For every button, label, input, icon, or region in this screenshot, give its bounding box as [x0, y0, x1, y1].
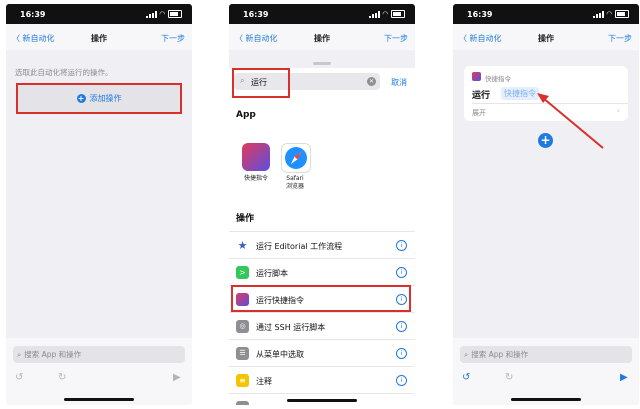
sheet-grabber[interactable] — [313, 62, 331, 65]
ssh-icon: ◎ — [236, 320, 249, 333]
action-row[interactable]: ☰ 从菜单中选取 i — [229, 339, 415, 367]
action-sheet: ⌕ 运行 ✕ 取消 App 快捷指令 Safari 浏览器 操作 ★ 运行 Ed… — [229, 62, 415, 405]
nav-bar: 〈 新自动化 操作 下一步 — [6, 24, 192, 50]
play-icon[interactable]: ▶ — [620, 372, 628, 383]
action-row[interactable]: ≡ 注释 i — [229, 366, 415, 394]
app-label-shortcuts: 快捷指令 — [243, 175, 268, 182]
search-icon: ⌕ — [17, 349, 22, 359]
info-icon[interactable]: i — [396, 267, 407, 278]
battery-icon — [168, 10, 182, 18]
safari-app-icon[interactable] — [281, 143, 311, 173]
action-icon — [236, 401, 249, 405]
run-shortcut-highlight-box — [231, 285, 411, 312]
app-label-safari: Safari 浏览器 — [285, 175, 304, 190]
screen-search-actions: 16:39 ◠ 〈 新自动化 操作 下一步 ⌕ 运行 ✕ 取消 App 快捷指令 — [229, 4, 415, 405]
actions-header: 操作 — [236, 214, 255, 224]
status-time: 16:39 — [20, 10, 46, 19]
search-icon: ⌕ — [464, 349, 469, 359]
info-icon[interactable]: i — [396, 240, 407, 251]
home-indicator — [64, 398, 134, 401]
hint-text: 选取此自动化将运行的操作。 — [15, 68, 113, 77]
status-icons: ◠ — [368, 10, 405, 18]
search-placeholder: 搜索 App 和操作 — [24, 350, 82, 359]
search-placeholder: 搜索 App 和操作 — [471, 350, 529, 359]
action-label: 运行脚本 — [256, 269, 288, 278]
status-bar: 16:39 ◠ — [6, 4, 192, 24]
add-action-button[interactable]: + 添加操作 — [16, 83, 182, 114]
cancel-button[interactable]: 取消 — [391, 77, 407, 88]
action-row[interactable]: ◎ 通过 SSH 运行脚本 i — [229, 312, 415, 340]
home-indicator — [287, 399, 357, 402]
nav-bar: 〈 新自动化 操作 下一步 — [229, 24, 415, 50]
status-bar: 16:39 ◠ — [229, 4, 415, 24]
action-label: 通过 SSH 运行脚本 — [256, 323, 326, 332]
info-icon[interactable]: i — [396, 348, 407, 359]
action-row[interactable]: > 运行脚本 i — [229, 258, 415, 286]
bottom-toolbar: ⌕ 搜索 App 和操作 ↺ ↻ ▶ — [6, 338, 192, 405]
search-input[interactable]: ⌕ 搜索 App 和操作 — [13, 346, 185, 363]
signal-icon — [145, 10, 157, 18]
next-button[interactable]: 下一步 — [161, 33, 185, 44]
signal-icon — [368, 10, 380, 18]
bottom-toolbar: ⌕ 搜索 App 和操作 ↺ ↻ ▶ — [453, 338, 639, 405]
shortcuts-app-icon[interactable] — [242, 143, 270, 171]
search-input[interactable]: ⌕ 搜索 App 和操作 — [460, 346, 632, 363]
redo-icon[interactable]: ↻ — [505, 372, 513, 383]
wifi-icon: ◠ — [159, 10, 165, 18]
battery-icon — [391, 10, 405, 18]
screen-run-shortcut-added: 16:39 ◠ 〈 新自动化 操作 下一步 快捷指令 运行 快捷指令 展开 › … — [453, 4, 639, 405]
wifi-icon: ◠ — [382, 10, 388, 18]
add-action-plus-button[interactable]: + — [538, 133, 553, 148]
play-icon: > — [236, 266, 249, 279]
screen-empty-automation: 16:39 ◠ 〈 新自动化 操作 下一步 选取此自动化将运行的操作。 + 添加… — [6, 4, 192, 405]
undo-icon[interactable]: ↺ — [462, 372, 470, 383]
info-icon[interactable]: i — [396, 321, 407, 332]
menu-icon: ☰ — [236, 347, 249, 360]
next-button[interactable]: 下一步 — [384, 33, 408, 44]
toolbar-icons: ↺ ↻ ▶ — [453, 372, 639, 386]
note-icon: ≡ — [236, 374, 249, 387]
action-label: 注释 — [256, 377, 272, 386]
apps-header: App — [236, 110, 256, 120]
search-highlight-box — [232, 68, 290, 98]
info-icon[interactable]: i — [396, 375, 407, 386]
redo-icon[interactable]: ↻ — [58, 372, 66, 383]
action-row[interactable]: ★ 运行 Editorial 工作流程 i — [229, 231, 415, 259]
clear-icon[interactable]: ✕ — [367, 77, 376, 86]
add-action-label: 添加操作 — [89, 94, 122, 103]
star-icon: ★ — [236, 239, 249, 252]
plus-icon: + — [76, 94, 86, 103]
action-label: 从菜单中选取 — [256, 350, 304, 359]
undo-icon[interactable]: ↺ — [15, 372, 23, 383]
play-icon[interactable]: ▶ — [173, 372, 181, 383]
status-time: 16:39 — [243, 10, 269, 19]
toolbar-icons: ↺ ↻ ▶ — [6, 372, 192, 386]
action-label: 运行 Editorial 工作流程 — [256, 242, 343, 251]
home-indicator — [511, 398, 581, 401]
status-icons: ◠ — [145, 10, 182, 18]
safari-icon — [285, 147, 307, 169]
